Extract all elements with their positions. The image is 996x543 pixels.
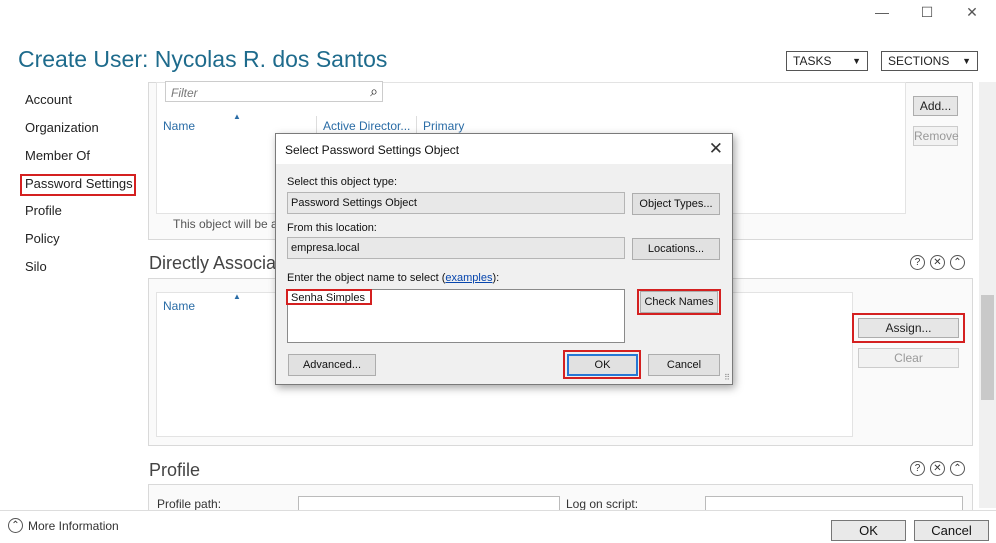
object-types-button[interactable]: Object Types... bbox=[632, 193, 720, 215]
close-icon[interactable]: ✕ bbox=[709, 139, 723, 159]
sort-up-icon: ▲ bbox=[233, 112, 241, 121]
check-names-button[interactable]: Check Names bbox=[640, 291, 718, 313]
sidebar-item-policy[interactable]: Policy bbox=[25, 231, 60, 246]
footer-cancel-button[interactable]: Cancel bbox=[914, 520, 989, 541]
location-field: empresa.local bbox=[287, 237, 625, 259]
collapse-icon[interactable]: ⌃ bbox=[950, 255, 965, 270]
resize-grip-icon[interactable]: ⠿ bbox=[724, 373, 730, 382]
footer-ok-button[interactable]: OK bbox=[831, 520, 906, 541]
add-button[interactable]: Add... bbox=[913, 96, 958, 116]
location-label: From this location: bbox=[287, 222, 377, 234]
column-divider bbox=[416, 116, 417, 134]
dialog-ok-button[interactable]: OK bbox=[567, 354, 638, 376]
examples-link[interactable]: examples bbox=[445, 272, 492, 284]
collapse-icon[interactable]: ⌃ bbox=[950, 461, 965, 476]
filter-placeholder: Filter bbox=[171, 86, 198, 100]
member-of-note: This object will be a bbox=[173, 217, 278, 231]
chevron-down-icon: ▼ bbox=[962, 56, 971, 66]
select-password-settings-dialog: Select Password Settings Object ✕ Select… bbox=[275, 133, 733, 385]
dialog-titlebar: Select Password Settings Object ✕ bbox=[276, 134, 732, 164]
scrollbar-thumb[interactable] bbox=[981, 295, 994, 400]
enter-name-label: Enter the object name to select (example… bbox=[287, 272, 500, 284]
sidebar-item-password-settings[interactable]: Password Settings bbox=[25, 176, 133, 191]
sections-dropdown[interactable]: SECTIONS ▼ bbox=[881, 51, 978, 71]
minimize-icon[interactable]: — bbox=[872, 2, 892, 22]
sidebar-item-profile[interactable]: Profile bbox=[25, 203, 62, 218]
close-section-icon[interactable]: ✕ bbox=[930, 461, 945, 476]
search-icon[interactable]: ⌕ bbox=[370, 83, 378, 100]
help-icon[interactable]: ? bbox=[910, 255, 925, 270]
column-header-name[interactable]: Name bbox=[163, 119, 195, 133]
tasks-label: TASKS bbox=[793, 54, 832, 68]
close-section-icon[interactable]: ✕ bbox=[930, 255, 945, 270]
dialog-cancel-button[interactable]: Cancel bbox=[648, 354, 720, 376]
sections-label: SECTIONS bbox=[888, 54, 950, 68]
section-title-password-settings: Directly Associat bbox=[149, 253, 282, 273]
help-icon[interactable]: ? bbox=[910, 461, 925, 476]
more-information-link[interactable]: More Information bbox=[28, 519, 119, 533]
close-icon[interactable]: ✕ bbox=[962, 2, 982, 22]
assign-button[interactable]: Assign... bbox=[858, 318, 959, 338]
column-header-primary[interactable]: Primary bbox=[423, 119, 464, 133]
column-header-active-directory[interactable]: Active Director... bbox=[323, 119, 410, 133]
object-type-field: Password Settings Object bbox=[287, 192, 625, 214]
remove-button[interactable]: Remove bbox=[913, 126, 959, 146]
object-type-label: Select this object type: bbox=[287, 176, 398, 188]
column-header-name[interactable]: Name bbox=[163, 299, 195, 313]
logon-script-label: Log on script: bbox=[566, 497, 639, 511]
sort-up-icon: ▲ bbox=[233, 292, 241, 301]
section-title-profile: Profile bbox=[149, 460, 201, 480]
locations-button[interactable]: Locations... bbox=[632, 238, 720, 260]
object-name-highlight bbox=[286, 289, 372, 305]
sidebar-item-organization[interactable]: Organization bbox=[25, 120, 99, 135]
sidebar-item-member-of[interactable]: Member Of bbox=[25, 148, 90, 163]
profile-path-label: Profile path: bbox=[157, 497, 222, 511]
column-divider bbox=[316, 116, 317, 134]
clear-button[interactable]: Clear bbox=[858, 348, 959, 368]
sidebar-item-silo[interactable]: Silo bbox=[25, 259, 47, 274]
filter-input[interactable]: Filter ⌕ bbox=[165, 81, 383, 102]
sidebar-item-account[interactable]: Account bbox=[25, 92, 72, 107]
page-title: Create User: Nycolas R. dos Santos bbox=[18, 46, 388, 72]
chevron-down-icon: ▼ bbox=[852, 56, 861, 66]
tasks-dropdown[interactable]: TASKS ▼ bbox=[786, 51, 868, 71]
maximize-icon[interactable]: ☐ bbox=[917, 2, 937, 22]
dialog-title: Select Password Settings Object bbox=[285, 143, 460, 157]
advanced-button[interactable]: Advanced... bbox=[288, 354, 376, 376]
more-info-toggle-icon[interactable]: ⌃ bbox=[8, 518, 23, 533]
